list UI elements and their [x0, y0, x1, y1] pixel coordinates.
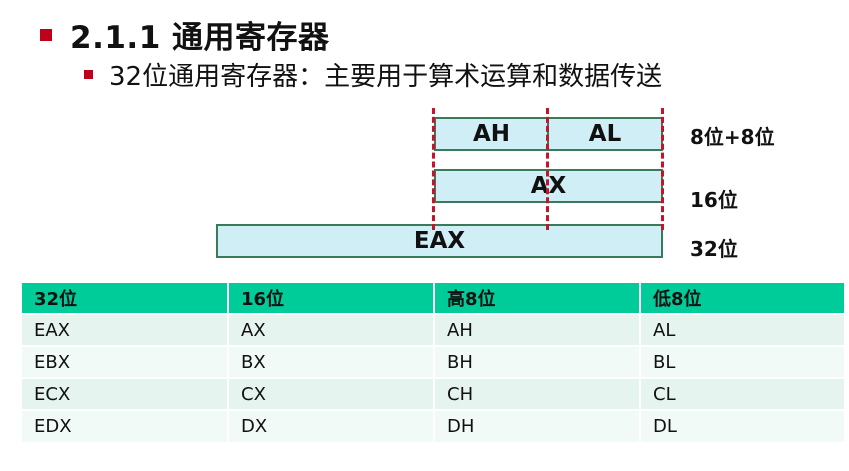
table-cell: DX	[228, 409, 435, 442]
size-label-8-8: 8位+8位	[690, 125, 775, 149]
table-cell: BH	[434, 345, 641, 378]
column-header-low8: 低8位	[640, 283, 844, 314]
table-cell: BX	[228, 345, 435, 378]
table-cell: BL	[640, 345, 844, 378]
register-ah: AH	[434, 117, 549, 151]
register-eax: EAX	[216, 224, 663, 258]
table-cell: AL	[640, 313, 844, 346]
boundary-dash-right	[661, 108, 664, 230]
boundary-dash-middle	[546, 108, 549, 230]
table-row: EAX AX AH AL	[22, 313, 844, 346]
table-cell: CL	[640, 377, 844, 410]
register-al: AL	[547, 117, 663, 151]
boundary-dash-left	[432, 108, 435, 230]
column-header-high8: 高8位	[434, 283, 641, 314]
table-header-row: 32位 16位 高8位 低8位	[22, 283, 844, 314]
table-cell: CH	[434, 377, 641, 410]
column-header-32bit: 32位	[22, 283, 229, 314]
size-label-16: 16位	[690, 188, 738, 212]
table-cell: AH	[434, 313, 641, 346]
table-cell: DH	[434, 409, 641, 442]
column-header-16bit: 16位	[228, 283, 435, 314]
table-cell: ECX	[22, 377, 229, 410]
register-table: 32位 16位 高8位 低8位 EAX AX AH AL EBX BX BH B…	[22, 283, 844, 442]
table-row: ECX CX CH CL	[22, 377, 844, 410]
table-row: EBX BX BH BL	[22, 345, 844, 378]
table-row: EDX DX DH DL	[22, 409, 844, 442]
table-cell: EDX	[22, 409, 229, 442]
size-label-32: 32位	[690, 237, 738, 261]
register-diagram: AH AL AX EAX 8位+8位 16位 32位	[0, 0, 849, 275]
table-cell: EBX	[22, 345, 229, 378]
table-cell: DL	[640, 409, 844, 442]
table-cell: AX	[228, 313, 435, 346]
table-cell: EAX	[22, 313, 229, 346]
table-cell: CX	[228, 377, 435, 410]
